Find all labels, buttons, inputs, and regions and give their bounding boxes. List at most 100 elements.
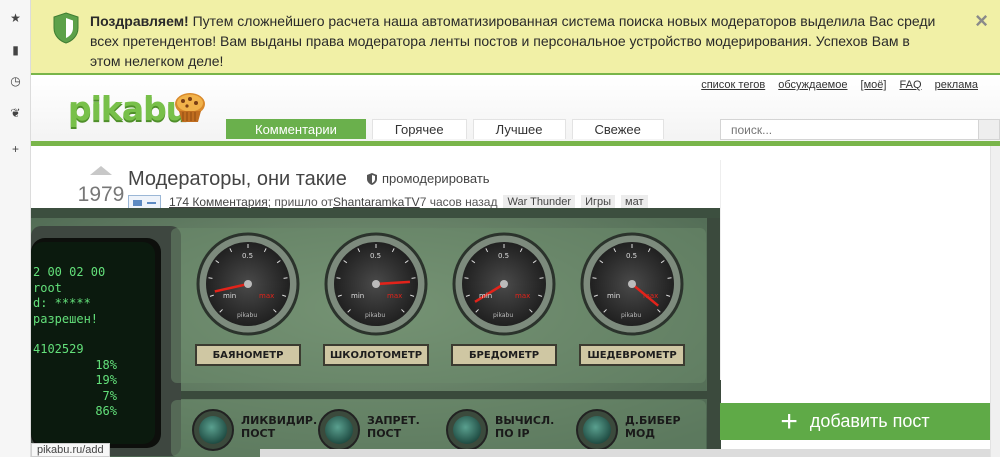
crt-line: 86% bbox=[95, 404, 117, 418]
round-knob-icon bbox=[446, 409, 488, 451]
device-button-line: Д.БИБЕР bbox=[625, 414, 681, 427]
history-icon[interactable]: ◷ bbox=[0, 73, 31, 89]
crt-line: 7% bbox=[102, 388, 117, 403]
gauge-dial-icon bbox=[196, 232, 300, 336]
gauge-label: ШЕДЕВРОМЕТР bbox=[579, 344, 685, 366]
vertical-scrollbar[interactable] bbox=[990, 146, 1000, 457]
upvote-arrow-icon[interactable] bbox=[90, 166, 112, 175]
round-knob-icon bbox=[576, 409, 618, 451]
crt-line: d: ***** bbox=[33, 296, 91, 310]
crt-line: root bbox=[33, 280, 62, 295]
logo-text: pikabu bbox=[68, 89, 189, 128]
gauge-max-label: max bbox=[387, 292, 403, 300]
close-icon[interactable]: × bbox=[975, 10, 988, 32]
gauge-min-label: min bbox=[607, 292, 621, 300]
post-view-toggle-icon[interactable] bbox=[128, 195, 161, 209]
moderate-label: промодерировать bbox=[382, 171, 490, 186]
crt-line: 4102529 bbox=[33, 342, 84, 356]
gauge: 0.5 min max pikabu БРЕДОМЕТР bbox=[445, 228, 563, 378]
gauge-dial-icon bbox=[580, 232, 684, 336]
post-time: 7 часов назад bbox=[419, 195, 498, 209]
moderate-button[interactable]: промодерировать bbox=[367, 171, 490, 186]
crt-line: 19% bbox=[95, 373, 117, 387]
device-button-label: Д.БИБЕР МОД bbox=[625, 414, 681, 440]
crt-line: 2 00 02 00 bbox=[33, 265, 106, 279]
crt-line: разрешен! bbox=[33, 311, 99, 326]
round-knob-icon bbox=[318, 409, 360, 451]
gauge-brand-label: pikabu bbox=[365, 312, 386, 319]
bookmarks-icon[interactable]: ★ bbox=[0, 10, 31, 26]
crt-screen-text: 2 00 02 00 root d: ***** разрешен! 4102529 18… bbox=[33, 265, 117, 420]
moderation-device-image: 2 00 02 00 root d: ***** разрешен! 4102529 18… bbox=[31, 208, 721, 457]
gauge-min-label: min bbox=[479, 292, 493, 300]
from-text: ; пришло от bbox=[267, 195, 333, 209]
add-post-button[interactable]: + добавить пост bbox=[720, 403, 990, 440]
gauge-scale-label: 0.5 bbox=[498, 252, 510, 260]
post-title[interactable]: Модераторы, они такие bbox=[128, 168, 347, 191]
notice-title: Поздравляем! bbox=[90, 13, 189, 29]
device-button-label: ЛИКВИДИР. ПОСТ bbox=[241, 414, 317, 440]
device-button-line: ПОСТ bbox=[367, 427, 402, 440]
gauge-scale-label: 0.5 bbox=[626, 252, 638, 260]
gauge: 0.5 min max pikabu ШКОЛОТОМЕТР bbox=[317, 228, 435, 378]
gauge-max-label: max bbox=[643, 292, 659, 300]
site-logo[interactable]: pikabu bbox=[68, 87, 218, 129]
search-input[interactable] bbox=[720, 119, 980, 140]
device-button-line: ЗАПРЕТ. bbox=[367, 414, 420, 427]
notice-body: Путем сложнейшего расчета наша автоматиз… bbox=[90, 13, 936, 69]
muffin-logo-icon bbox=[175, 93, 205, 122]
device-button-line: ВЫЧИСЛ. bbox=[495, 414, 555, 427]
link-faq[interactable]: FAQ bbox=[900, 79, 922, 91]
device-button[interactable]: ЛИКВИДИР. ПОСТ bbox=[181, 404, 317, 454]
add-post-label: добавить пост bbox=[809, 411, 930, 431]
gauge-max-label: max bbox=[515, 292, 531, 300]
tab-hot[interactable]: Горячее bbox=[371, 119, 467, 139]
tab-comments[interactable]: Комментарии bbox=[226, 119, 366, 139]
device-button-line: ЛИКВИДИР. bbox=[241, 414, 318, 427]
reading-list-icon[interactable]: ▮ bbox=[0, 42, 31, 58]
gauge-min-label: min bbox=[223, 292, 237, 300]
device-button-line: МОД bbox=[625, 427, 656, 440]
nav-tabs: Комментарии Горячее Лучшее Свежее bbox=[226, 119, 664, 140]
gauge-label: ШКОЛОТОМЕТР bbox=[323, 344, 429, 366]
notice-text: Поздравляем! Путем сложнейшего расчета н… bbox=[90, 11, 940, 71]
extension-leaf-icon[interactable]: ❦ bbox=[0, 105, 31, 121]
gauge-brand-label: pikabu bbox=[237, 312, 258, 319]
gauge-dial-icon bbox=[324, 232, 428, 336]
post: 1979 Модераторы, они такие промодерирова… bbox=[31, 146, 721, 457]
link-mine[interactable]: [моё] bbox=[861, 79, 887, 91]
gauge: 0.5 min max pikabu БАЯНОМЕТР bbox=[189, 228, 307, 378]
site-header: pikabu список тегов обсуждаемое [моё] FA… bbox=[31, 77, 1000, 143]
browser-sidebar: ★ ▮ ◷ ❦ + bbox=[0, 0, 31, 457]
tab-best[interactable]: Лучшее bbox=[472, 119, 566, 139]
status-bar-url: pikabu.ru/add bbox=[31, 443, 110, 457]
crt-line bbox=[33, 327, 117, 342]
device-button[interactable]: ВЫЧИСЛ. ПО IP bbox=[435, 404, 559, 454]
device-button[interactable]: ЗАПРЕТ. ПОСТ bbox=[307, 404, 431, 454]
add-sidebar-icon[interactable]: + bbox=[0, 141, 31, 157]
gauge-label: БАЯНОМЕТР bbox=[195, 344, 301, 366]
right-sidebar bbox=[720, 160, 990, 380]
plus-icon: + bbox=[780, 404, 798, 438]
link-ads[interactable]: реклама bbox=[935, 79, 978, 91]
link-discussed[interactable]: обсуждаемое bbox=[778, 79, 847, 91]
gauge-brand-label: pikabu bbox=[493, 312, 514, 319]
shield-small-icon bbox=[367, 172, 377, 185]
device-button-label: ЗАПРЕТ. ПОСТ bbox=[367, 414, 420, 440]
gauge-max-label: max bbox=[259, 292, 275, 300]
gauge: 0.5 min max pikabu ШЕДЕВРОМЕТР bbox=[573, 228, 691, 378]
search-button[interactable] bbox=[978, 119, 1000, 140]
device-button-label: ВЫЧИСЛ. ПО IP bbox=[495, 414, 554, 440]
gauge-dial-icon bbox=[452, 232, 556, 336]
tab-new[interactable]: Свежее bbox=[571, 119, 664, 139]
link-tag-list[interactable]: список тегов bbox=[701, 79, 765, 91]
horizontal-scrollbar[interactable] bbox=[260, 449, 990, 457]
comments-link[interactable]: 174 Комментария bbox=[169, 195, 268, 209]
device-button-line: ПО IP bbox=[495, 427, 530, 440]
device-button[interactable]: Д.БИБЕР МОД bbox=[565, 404, 689, 454]
gauge-brand-label: pikabu bbox=[621, 312, 642, 319]
device-button-line: ПОСТ bbox=[241, 427, 276, 440]
header-links: список тегов обсуждаемое [моё] FAQ рекла… bbox=[691, 79, 978, 91]
author-link[interactable]: ShantaramkaTV bbox=[333, 195, 420, 209]
crt-line: 18% bbox=[95, 357, 117, 372]
